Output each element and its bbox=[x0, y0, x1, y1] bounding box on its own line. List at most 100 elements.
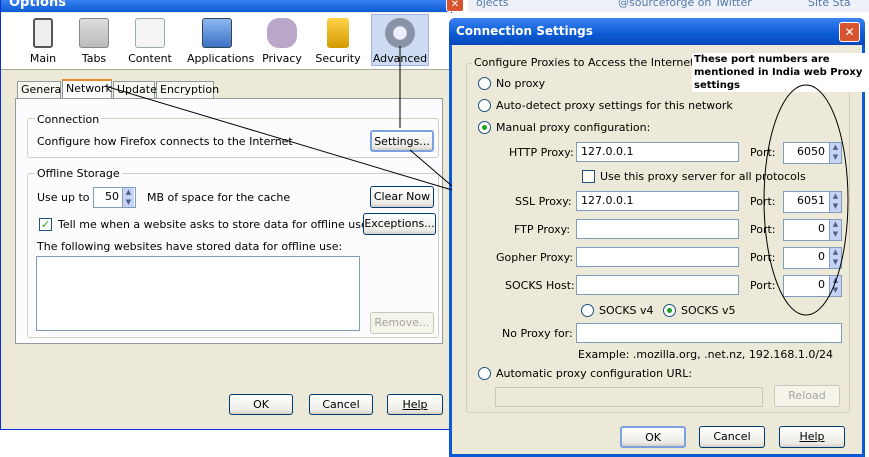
spin-down-icon: ▼ bbox=[832, 230, 839, 238]
socks-v4-radio[interactable] bbox=[581, 304, 594, 317]
socks-v5-label[interactable]: SOCKS v5 bbox=[681, 304, 736, 317]
socks-port-spinner[interactable]: ▲ ▼ bbox=[829, 276, 841, 296]
socks-v4-label[interactable]: SOCKS v4 bbox=[599, 304, 654, 317]
applications-icon bbox=[202, 18, 232, 48]
toolbar-privacy[interactable]: Privacy bbox=[257, 18, 307, 65]
tab-update[interactable]: Update bbox=[113, 81, 157, 98]
ftp-port-label: Port: bbox=[750, 223, 776, 236]
http-proxy-input[interactable]: 127.0.0.1 bbox=[576, 142, 739, 162]
auto-url-label[interactable]: Automatic proxy configuration URL: bbox=[496, 367, 692, 380]
toolbar-content[interactable]: Content bbox=[125, 18, 175, 65]
options-window: Options Main Tabs Content Applications P… bbox=[0, 0, 452, 430]
no-proxy-for-label: No Proxy for: bbox=[502, 327, 573, 340]
reload-button: Reload bbox=[774, 385, 840, 407]
manual-proxy-label[interactable]: Manual proxy configuration: bbox=[496, 121, 650, 134]
browser-tab[interactable]: @sourceforge on Twitter bbox=[618, 0, 752, 9]
tab-encryption[interactable]: Encryption bbox=[156, 81, 219, 98]
cache-suffix-label: MB of space for the cache bbox=[147, 191, 291, 204]
dialog-help-button[interactable]: Help bbox=[779, 426, 845, 448]
browser-tab[interactable]: Site Sta bbox=[808, 0, 851, 9]
connection-settings-dialog: Connection Settings ✕ Configure Proxies … bbox=[449, 18, 867, 457]
auto-detect-radio[interactable] bbox=[478, 99, 491, 112]
remove-button: Remove... bbox=[370, 312, 434, 334]
spin-up-icon: ▲ bbox=[125, 188, 132, 196]
spin-down-icon: ▼ bbox=[832, 286, 839, 294]
options-title: Options bbox=[9, 0, 66, 10]
options-ok-button[interactable]: OK bbox=[229, 394, 293, 415]
use-up-to-label: Use up to bbox=[37, 191, 90, 204]
ssl-port-label: Port: bbox=[750, 195, 776, 208]
spin-up-icon: ▲ bbox=[832, 143, 839, 151]
spin-up-icon: ▲ bbox=[832, 276, 839, 284]
no-proxy-for-input[interactable] bbox=[576, 323, 842, 343]
ftp-proxy-input[interactable] bbox=[576, 219, 739, 239]
auto-detect-label[interactable]: Auto-detect proxy settings for this netw… bbox=[496, 99, 733, 112]
socks-v5-radio[interactable] bbox=[663, 304, 676, 317]
content-icon bbox=[135, 18, 165, 48]
advanced-gear-icon bbox=[385, 18, 415, 48]
dialog-ok-button[interactable]: OK bbox=[620, 426, 686, 448]
http-proxy-label: HTTP Proxy: bbox=[509, 146, 574, 159]
dialog-close-button[interactable]: ✕ bbox=[839, 22, 860, 42]
connection-desc: Configure how Firefox connects to the In… bbox=[37, 135, 293, 148]
annotation-note: These port numbers are mentioned in Indi… bbox=[692, 53, 867, 92]
options-title-bar bbox=[1, 0, 452, 12]
exceptions-button[interactable]: Exceptions... bbox=[363, 213, 436, 235]
socks-host-input[interactable] bbox=[576, 275, 739, 295]
spin-down-icon: ▼ bbox=[832, 202, 839, 210]
clear-now-button[interactable]: Clear Now bbox=[370, 186, 434, 208]
toolbar-main[interactable]: Main bbox=[18, 18, 68, 65]
ftp-port-spinner[interactable]: ▲ ▼ bbox=[829, 220, 841, 240]
tell-me-label[interactable]: Tell me when a website asks to store dat… bbox=[58, 218, 368, 231]
socks-port-label: Port: bbox=[750, 279, 776, 292]
offline-sites-list[interactable] bbox=[36, 256, 360, 331]
toolbar-tabs[interactable]: Tabs bbox=[69, 18, 119, 65]
cache-size-spinner[interactable]: ▲ ▼ bbox=[122, 188, 134, 207]
same-proxy-checkbox[interactable] bbox=[582, 170, 595, 183]
dialog-cancel-button[interactable]: Cancel bbox=[699, 426, 765, 448]
connection-settings-button[interactable]: Settings... bbox=[370, 130, 434, 152]
tab-general[interactable]: General bbox=[17, 81, 64, 98]
toolbar-security[interactable]: Security bbox=[313, 18, 363, 65]
gopher-proxy-label: Gopher Proxy: bbox=[496, 251, 574, 264]
dialog-title: Connection Settings bbox=[456, 24, 593, 38]
socks-host-label: SOCKS Host: bbox=[505, 279, 575, 292]
browser-tab[interactable]: ojects bbox=[476, 0, 509, 9]
toolbar-applications[interactable]: Applications bbox=[187, 18, 254, 65]
offline-list-label: The following websites have stored data … bbox=[37, 240, 343, 253]
proxy-group-title: Configure Proxies to Access the Internet bbox=[472, 56, 697, 69]
gopher-port-spinner[interactable]: ▲ ▼ bbox=[829, 248, 841, 268]
same-proxy-label[interactable]: Use this proxy server for all protocols bbox=[600, 170, 806, 183]
gopher-port-label: Port: bbox=[750, 251, 776, 264]
no-proxy-label[interactable]: No proxy bbox=[496, 77, 545, 90]
ftp-proxy-label: FTP Proxy: bbox=[514, 223, 571, 236]
spin-down-icon: ▼ bbox=[832, 153, 839, 161]
manual-proxy-radio[interactable] bbox=[478, 121, 491, 134]
spin-down-icon: ▼ bbox=[125, 197, 132, 206]
ssl-proxy-label: SSL Proxy: bbox=[515, 195, 572, 208]
no-proxy-example: Example: .mozilla.org, .net.nz, 192.168.… bbox=[578, 348, 834, 361]
no-proxy-radio[interactable] bbox=[478, 77, 491, 90]
http-port-label: Port: bbox=[750, 146, 776, 159]
options-help-button[interactable]: Help bbox=[387, 394, 443, 415]
options-cancel-button[interactable]: Cancel bbox=[309, 394, 373, 415]
security-lock-icon bbox=[327, 18, 349, 48]
options-close-button[interactable]: ✕ bbox=[446, 0, 464, 12]
gopher-proxy-input[interactable] bbox=[576, 247, 739, 267]
http-port-spinner[interactable]: ▲ ▼ bbox=[829, 143, 841, 163]
privacy-mask-icon bbox=[267, 18, 297, 48]
close-icon: ✕ bbox=[844, 25, 855, 39]
tab-network[interactable]: Network bbox=[62, 79, 112, 99]
spin-up-icon: ▲ bbox=[832, 248, 839, 256]
offline-title: Offline Storage bbox=[35, 167, 122, 180]
browser-tab-strip: ojects @sourceforge on Twitter Site Sta bbox=[468, 0, 869, 12]
toolbar-advanced[interactable]: Advanced bbox=[371, 14, 429, 66]
ssl-port-spinner[interactable]: ▲ ▼ bbox=[829, 192, 841, 212]
spin-up-icon: ▲ bbox=[832, 220, 839, 228]
auto-url-input bbox=[495, 387, 763, 407]
spin-up-icon: ▲ bbox=[832, 192, 839, 200]
ssl-proxy-input[interactable]: 127.0.0.1 bbox=[576, 191, 739, 211]
auto-url-radio[interactable] bbox=[478, 367, 491, 380]
tell-me-checkbox[interactable]: ✓ bbox=[39, 218, 52, 231]
tabs-icon bbox=[79, 18, 109, 48]
